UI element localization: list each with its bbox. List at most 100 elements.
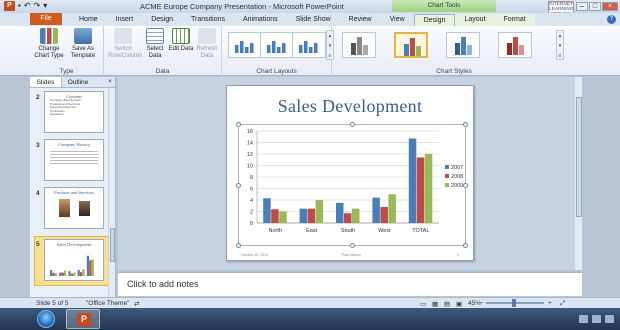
product-photo-1 [59, 199, 70, 217]
style-preview-bar [507, 43, 512, 55]
undo-icon[interactable]: ↶ [24, 1, 31, 11]
slide-thumbnail-4[interactable]: Products and Services [44, 187, 104, 229]
chart-layout-3[interactable] [292, 32, 326, 58]
maximize-icon[interactable]: □ [589, 2, 601, 11]
refresh-data-button[interactable]: Refresh Data [192, 28, 222, 59]
fit-to-window-icon[interactable]: ⤢ [560, 300, 565, 308]
chart-style-3[interactable] [446, 32, 480, 58]
layout-preview-bar [314, 43, 318, 53]
tab-chart-format[interactable]: Format [494, 14, 535, 26]
tab-file[interactable]: File [30, 13, 62, 25]
tab-slide-show[interactable]: Slide Show [287, 14, 340, 26]
resize-handle[interactable] [236, 122, 241, 127]
slide-sorter-icon[interactable]: ▦ [432, 300, 438, 308]
layout-preview-bar [299, 45, 303, 53]
resize-handle[interactable] [236, 243, 241, 248]
notes-placeholder[interactable]: Click to add notes [127, 279, 199, 289]
tab-chart-design[interactable]: Design [413, 14, 456, 26]
style-preview-bar [416, 46, 421, 56]
chart-style-4[interactable] [498, 32, 532, 58]
tab-home[interactable]: Home [70, 14, 107, 26]
spell-check-icon[interactable]: ⇄ [134, 300, 139, 308]
tab-insert[interactable]: Insert [107, 14, 143, 26]
window-controls: – □ × [576, 2, 618, 11]
resize-handle[interactable] [350, 243, 355, 248]
tray-icon[interactable] [579, 315, 588, 323]
save-icon[interactable]: ▪ [18, 1, 21, 11]
slide-thumbnail-2[interactable]: Contents Company Brief & Facts Products … [44, 91, 104, 133]
chart-style-preview [351, 37, 368, 55]
tab-outline[interactable]: Outline [62, 77, 94, 87]
slide-show-icon[interactable]: ▣ [456, 300, 462, 308]
tray-icon[interactable] [592, 315, 601, 323]
resize-handle[interactable] [350, 122, 355, 127]
reading-view-icon[interactable]: ▤ [444, 300, 450, 308]
change-chart-type-button[interactable]: Change Chart Type [34, 28, 64, 59]
resize-handle[interactable] [463, 122, 468, 127]
chart-style-2[interactable] [394, 32, 428, 58]
tab-review[interactable]: Review [340, 14, 381, 26]
notes-pane[interactable]: Click to add notes [118, 272, 582, 296]
chart-style-1[interactable] [342, 32, 376, 58]
y-tick-label: 6 [250, 187, 253, 193]
layout-preview-bar [282, 43, 286, 53]
zoom-out-icon[interactable]: − [480, 300, 484, 307]
slide-canvas[interactable]: Sales Development 0 2 4 6 8 10 12 14 16 North East… [226, 85, 474, 261]
status-bar: Slide 5 of 5 "Office Theme" ⇄ ▭ ▦ ▤ ▣ 45… [0, 297, 620, 308]
normal-view-icon[interactable]: ▭ [420, 300, 426, 308]
window-title: ACME Europe Company Presentation - Micro… [140, 2, 344, 11]
mini-chart-bar [52, 272, 55, 276]
mini-chart-bar [50, 270, 53, 276]
chart-layouts-group: ▴ ▾ ≡ Chart Layouts [222, 26, 334, 76]
chart-layout-preview [267, 41, 286, 53]
mini-chart-bar [59, 272, 62, 276]
help-icon[interactable]: ? [607, 15, 616, 24]
slide-footer-number: 5 [457, 253, 459, 257]
zoom-slider[interactable] [486, 299, 544, 307]
switch-row-column-button[interactable]: Switch Row/Column [108, 28, 142, 59]
chart-style-preview [507, 37, 524, 55]
chart-layout-1[interactable] [228, 32, 262, 58]
save-as-template-button[interactable]: Save As Template [68, 28, 98, 59]
system-tray [579, 315, 614, 323]
chart-bar [408, 138, 417, 223]
close-icon[interactable]: × [602, 2, 618, 11]
zoom-slider-knob[interactable] [512, 299, 516, 307]
slides-pane-scrollbar[interactable] [108, 88, 115, 297]
tab-design[interactable]: Design [142, 14, 182, 26]
zoom-in-icon[interactable]: + [548, 300, 552, 307]
save-template-icon [74, 28, 92, 44]
slide-thumbnail-3[interactable]: Company History [44, 139, 104, 181]
tab-chart-layout[interactable]: Layout [455, 14, 495, 26]
slide-title[interactable]: Sales Development [227, 96, 473, 117]
taskbar-powerpoint-button[interactable]: P [66, 309, 100, 329]
customize-qat-icon[interactable]: ▾ [43, 1, 47, 11]
redo-icon[interactable]: ↷ [34, 1, 41, 11]
slide-number: 4 [36, 190, 40, 197]
scrollbar-thumb[interactable] [576, 97, 582, 217]
mini-chart-bar [82, 269, 85, 276]
product-photo-2 [79, 201, 90, 216]
resize-handle[interactable] [236, 183, 241, 188]
chart-styles-more-button[interactable]: ▴ ▾ ≡ [556, 30, 564, 60]
chart-bar [307, 208, 316, 223]
resize-handle[interactable] [463, 243, 468, 248]
sales-chart[interactable]: 0 2 4 6 8 10 12 14 16 North East South West TOTAL 2007… [239, 125, 467, 247]
slide-thumbnail-5[interactable]: Sales Development [44, 239, 104, 281]
tab-slides[interactable]: Slides [30, 77, 62, 87]
editing-area-scrollbar[interactable] [574, 77, 582, 270]
chart-layout-2[interactable] [260, 32, 294, 58]
chart-layouts-more-button[interactable]: ▴ ▾ ≡ [326, 30, 334, 60]
minimize-icon[interactable]: – [576, 2, 588, 11]
start-button-icon[interactable] [37, 310, 55, 328]
slide-footer-author: Paul Nelson [342, 253, 361, 257]
scrollbar-thumb[interactable] [110, 228, 115, 262]
tab-animations[interactable]: Animations [234, 14, 287, 26]
close-pane-icon[interactable]: × [105, 77, 115, 87]
chart-frame[interactable]: 0 2 4 6 8 10 12 14 16 North East South West TOTAL 2007… [236, 122, 468, 248]
resize-handle[interactable] [463, 183, 468, 188]
tab-transitions[interactable]: Transitions [182, 14, 234, 26]
tray-icon[interactable] [605, 315, 614, 323]
tab-view[interactable]: View [381, 14, 414, 26]
layout-preview-bar [272, 41, 276, 53]
